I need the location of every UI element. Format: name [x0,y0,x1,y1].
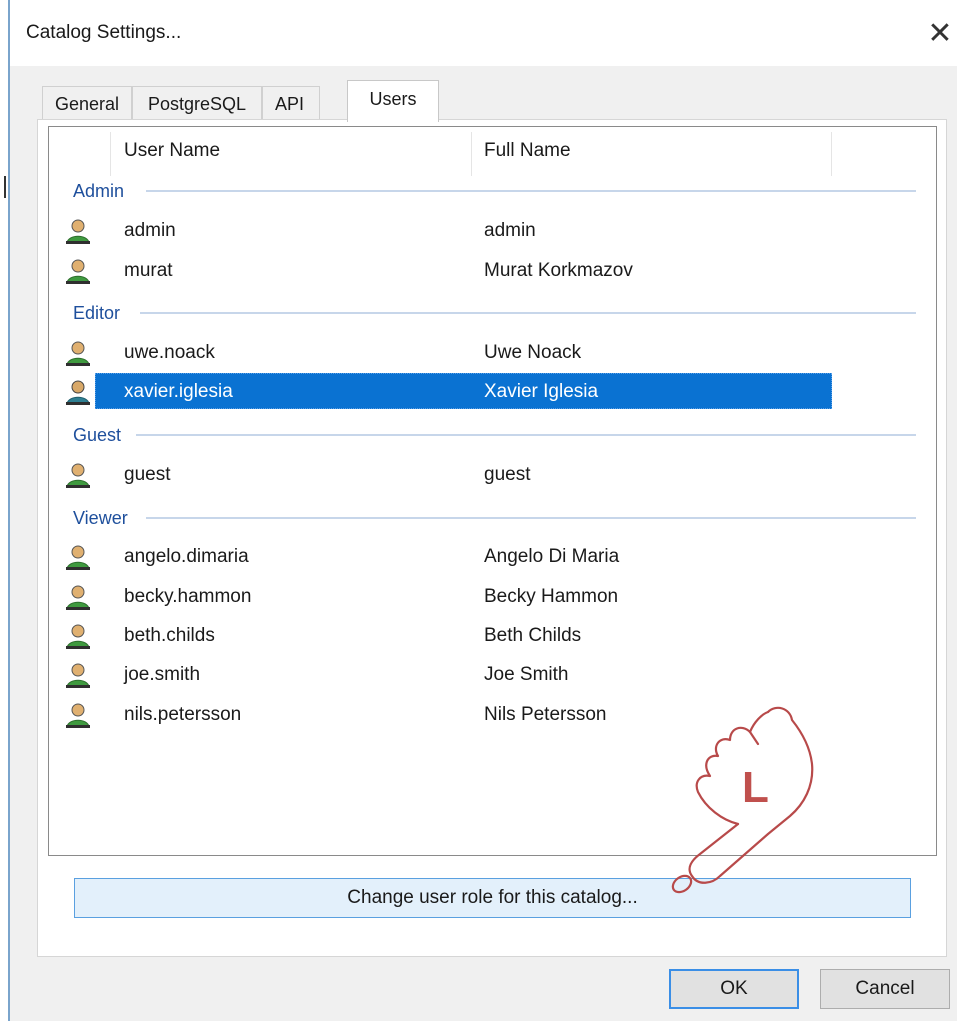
fullname-cell: Becky Hammon [484,586,619,607]
column-header-full-name[interactable]: Full Name [484,140,571,162]
username-cell: xavier.iglesia [124,381,233,402]
user-icon [66,545,90,570]
username-cell: beth.childs [124,625,215,646]
window-edge-marker [4,176,6,198]
fullname-cell: Angelo Di Maria [484,546,620,567]
fullname-cell: Xavier Iglesia [484,381,599,402]
dialog-title: Catalog Settings... [26,22,182,43]
table-row[interactable]: admin admin [60,212,920,250]
close-icon[interactable]: ✕ [920,14,957,54]
username-cell: angelo.dimaria [124,546,249,567]
fullname-cell: Murat Korkmazov [484,260,633,281]
user-icon [66,585,90,610]
table-row[interactable]: uwe.noack Uwe Noack [60,334,920,372]
fullname-cell: admin [484,220,536,241]
column-separator[interactable] [110,132,111,176]
hand-letter: L [742,763,769,812]
username-cell: murat [124,260,173,281]
tab-api[interactable]: API [262,86,320,120]
group-header-admin: Admin [73,181,125,201]
fullname-cell: Nils Petersson [484,704,607,725]
group-divider [136,434,916,436]
fullname-cell: guest [484,464,531,485]
group-header-viewer: Viewer [73,508,128,528]
username-cell: joe.smith [124,664,201,685]
column-separator[interactable] [471,132,472,176]
user-icon [66,219,90,244]
user-icon [66,463,90,488]
ok-button[interactable]: OK [669,969,799,1009]
tab-users[interactable]: Users [347,80,439,122]
group-divider [140,312,916,314]
user-icon [66,341,90,366]
fullname-cell: Beth Childs [484,625,582,646]
username-cell: becky.hammon [124,586,252,607]
username-cell: admin [124,220,176,241]
user-icon [66,624,90,649]
table-row[interactable]: angelo.dimaria Angelo Di Maria [60,538,920,576]
group-divider [146,517,916,519]
pointing-hand-icon: L [671,706,814,894]
fullname-cell: Joe Smith [484,664,569,685]
tab-general[interactable]: General [42,86,132,120]
column-header-user-name[interactable]: User Name [124,140,220,162]
fullname-cell: Uwe Noack [484,342,582,363]
table-row-selected[interactable]: xavier.iglesia Xavier Iglesia [60,373,920,411]
table-row[interactable]: becky.hammon Becky Hammon [60,578,920,616]
table-row[interactable]: murat Murat Korkmazov [60,252,920,290]
user-icon [66,703,90,728]
tab-postgresql[interactable]: PostgreSQL [132,86,262,120]
user-icon [66,259,90,284]
group-divider [146,190,916,192]
table-row[interactable]: beth.childs Beth Childs [60,617,920,655]
username-cell: nils.petersson [124,704,242,725]
group-header-editor: Editor [73,303,121,323]
cancel-button[interactable]: Cancel [820,969,950,1009]
user-icon [66,380,90,405]
table-row[interactable]: joe.smith Joe Smith [60,656,920,694]
username-cell: uwe.noack [124,342,215,363]
table-row[interactable]: guest guest [60,456,920,494]
user-icon [66,663,90,688]
column-separator[interactable] [831,132,832,176]
username-cell: guest [124,464,171,485]
group-header-guest: Guest [73,425,122,445]
